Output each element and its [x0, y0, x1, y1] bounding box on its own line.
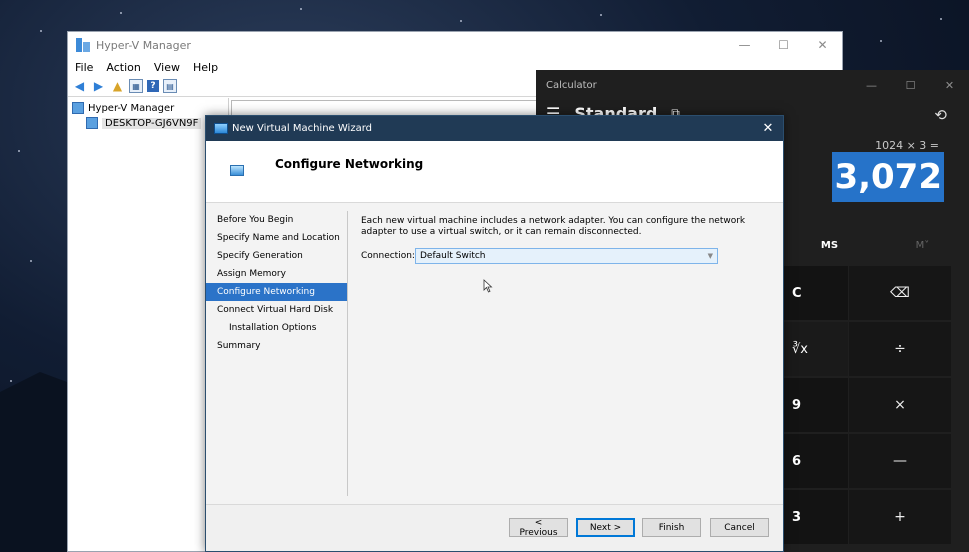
digit-3-button[interactable]: 3 [784, 490, 848, 544]
wizard-steps-nav: Before You Begin Specify Name and Locati… [206, 211, 347, 355]
finish-button[interactable]: Finish [642, 518, 701, 537]
tree-node-label: DESKTOP-GJ6VN9F [102, 117, 202, 129]
step-installation-options[interactable]: Installation Options [206, 319, 347, 337]
chevron-down-icon: ▼ [707, 252, 713, 260]
step-configure-networking[interactable]: Configure Networking [206, 283, 347, 301]
calc-maximize-button[interactable]: ☐ [891, 79, 930, 92]
previous-button[interactable]: < Previous [509, 518, 568, 538]
network-monitor-icon [230, 165, 244, 176]
hyperv-server-icon [72, 102, 84, 114]
maximize-button[interactable]: ☐ [764, 38, 803, 52]
folder-up-icon[interactable]: ▲ [110, 79, 125, 93]
show-tree-icon[interactable]: ▦ [129, 79, 143, 93]
calc-close-button[interactable]: ✕ [930, 79, 969, 92]
properties-icon[interactable]: ▤ [163, 79, 177, 93]
clear-button[interactable]: C [784, 266, 848, 320]
wizard-footer: < Previous Next > Finish Cancel [206, 504, 783, 551]
menu-view[interactable]: View [154, 61, 180, 74]
connection-selected-value: Default Switch [420, 251, 486, 261]
add-button[interactable]: + [849, 490, 951, 544]
new-vm-wizard-dialog: New Virtual Machine Wizard ✕ Configure N… [205, 115, 784, 552]
nav-divider [347, 211, 348, 496]
wizard-content-pane: Each new virtual machine includes a netw… [361, 216, 776, 264]
hyperv-window-title: Hyper-V Manager [96, 38, 191, 52]
wizard-title: New Virtual Machine Wizard [232, 123, 372, 134]
forward-arrow-icon[interactable]: ▶ [91, 79, 106, 93]
memory-row: MS M˅ [783, 240, 969, 251]
cube-root-button[interactable]: ∛x [784, 322, 848, 376]
memory-store-button[interactable]: MS [783, 240, 876, 251]
help-icon[interactable]: ? [147, 80, 159, 92]
backspace-button[interactable]: ⌫ [849, 266, 951, 320]
monitor-icon [214, 123, 228, 134]
step-connect-virtual-hard-disk[interactable]: Connect Virtual Hard Disk [206, 301, 347, 319]
subtract-button[interactable]: — [849, 434, 951, 488]
mouse-cursor-icon [483, 279, 493, 293]
wizard-heading: Configure Networking [275, 157, 424, 171]
hyperv-titlebar: Hyper-V Manager — ☐ ✕ [68, 32, 842, 58]
back-arrow-icon[interactable]: ◀ [72, 79, 87, 93]
wizard-header: Configure Networking [206, 141, 783, 203]
step-assign-memory[interactable]: Assign Memory [206, 265, 347, 283]
step-specify-name-location[interactable]: Specify Name and Location [206, 229, 347, 247]
wizard-titlebar: New Virtual Machine Wizard ✕ [206, 116, 783, 141]
connection-row: Connection: Default Switch ▼ [361, 248, 776, 264]
hyperv-app-icon [76, 38, 90, 52]
next-button[interactable]: Next > [576, 518, 635, 537]
history-icon[interactable]: ⟲ [934, 106, 947, 124]
step-specify-generation[interactable]: Specify Generation [206, 247, 347, 265]
menu-help[interactable]: Help [193, 61, 218, 74]
calculator-expression: 1024 × 3 = [875, 139, 939, 152]
memory-list-button[interactable]: M˅ [876, 240, 969, 251]
calc-minimize-button[interactable]: — [852, 79, 891, 92]
digit-6-button[interactable]: 6 [784, 434, 848, 488]
calculator-title: Calculator [546, 79, 597, 91]
minimize-button[interactable]: — [725, 38, 764, 52]
divide-button[interactable]: ÷ [849, 322, 951, 376]
tree-root-label: Hyper-V Manager [88, 102, 175, 114]
networking-description: Each new virtual machine includes a netw… [361, 216, 746, 237]
computer-icon [86, 117, 98, 129]
tree-node-desktop[interactable]: DESKTOP-GJ6VN9F [86, 117, 202, 129]
cancel-button[interactable]: Cancel [710, 518, 769, 537]
wizard-close-icon[interactable]: ✕ [753, 121, 783, 136]
step-before-you-begin[interactable]: Before You Begin [206, 211, 347, 229]
multiply-button[interactable]: × [849, 378, 951, 432]
digit-9-button[interactable]: 9 [784, 378, 848, 432]
calculator-titlebar: Calculator — ☐ ✕ [536, 70, 969, 100]
step-summary[interactable]: Summary [206, 337, 347, 355]
connection-dropdown[interactable]: Default Switch ▼ [415, 248, 718, 264]
menu-action[interactable]: Action [106, 61, 140, 74]
connection-label: Connection: [361, 251, 415, 261]
tree-root[interactable]: Hyper-V Manager [72, 102, 174, 114]
calculator-result: 3,072 [832, 152, 944, 202]
menu-file[interactable]: File [75, 61, 93, 74]
close-button[interactable]: ✕ [803, 38, 842, 52]
